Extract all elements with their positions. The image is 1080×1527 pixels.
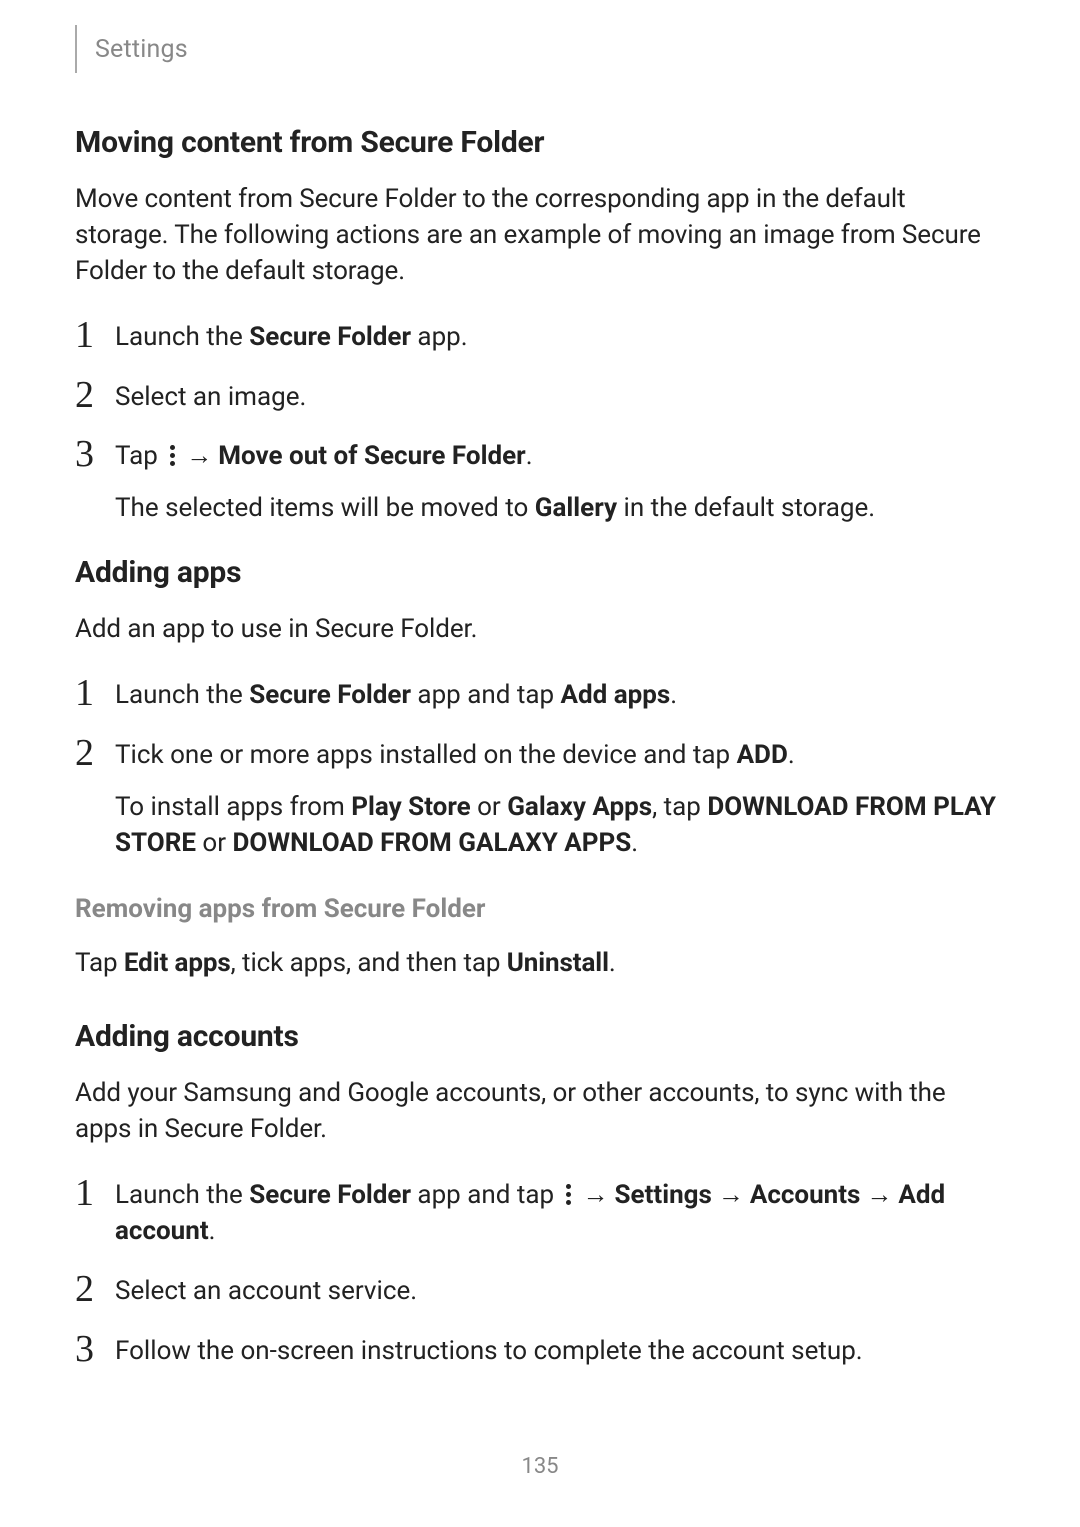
text: or [471, 792, 508, 822]
text: app and tap [411, 680, 561, 710]
uninstall-label: Uninstall [507, 948, 609, 978]
move-out-label: Move out of Secure Folder [218, 441, 525, 471]
step-number: 1 [75, 316, 115, 354]
text: . [670, 680, 677, 710]
step-3: 3 Tap →Move out of Secure Folder. The se… [75, 439, 1005, 527]
gallery-label: Gallery [535, 493, 617, 523]
steps-moving: 1 Launch the Secure Folder app. 2 Select… [75, 320, 1005, 528]
text: Follow the on-screen instructions to com… [115, 1334, 863, 1370]
arrow-icon: → [583, 1180, 609, 1210]
step-body: Tick one or more apps installed on the d… [115, 738, 1005, 862]
text: Launch the [115, 322, 249, 352]
step-number: 1 [75, 1174, 115, 1212]
header-divider [75, 25, 77, 73]
text: The selected items will be moved to [115, 493, 535, 523]
arrow-icon: → [866, 1180, 892, 1210]
steps-adding-accounts: 1 Launch the Secure Folder app and tap →… [75, 1178, 1005, 1370]
step-2: 2 Select an account service. [75, 1274, 1005, 1310]
text: . [609, 948, 616, 978]
more-options-icon [167, 444, 177, 468]
step-body: Launch the Secure Folder app and tap Add… [115, 678, 677, 714]
step-body: Select an account service. [115, 1274, 417, 1310]
text: Launch the [115, 680, 249, 710]
text: Select an image. [115, 380, 306, 416]
add-button-label: ADD [737, 740, 788, 770]
document-page: Settings Moving content from Secure Fold… [0, 0, 1080, 1370]
text: , tick apps, and then tap [231, 948, 507, 978]
step-body: Follow the on-screen instructions to com… [115, 1334, 863, 1370]
steps-adding-apps: 1 Launch the Secure Folder app and tap A… [75, 678, 1005, 862]
text: . [209, 1216, 216, 1246]
text: Select an account service. [115, 1274, 417, 1310]
add-apps-label: Add apps [561, 680, 671, 710]
text: or [196, 828, 233, 858]
section-title-adding-apps: Adding apps [75, 555, 1005, 590]
section-intro-adding-accounts: Add your Samsung and Google accounts, or… [75, 1076, 1005, 1148]
step-body: Launch the Secure Folder app and tap →Se… [115, 1178, 1005, 1250]
section-title-moving: Moving content from Secure Folder [75, 125, 1005, 160]
section-title-adding-accounts: Adding accounts [75, 1019, 1005, 1054]
step-number: 2 [75, 1270, 115, 1308]
step-body: Tap →Move out of Secure Folder. The sele… [115, 439, 875, 527]
more-options-icon [564, 1182, 574, 1206]
text: app and tap [411, 1180, 561, 1210]
step-2: 2 Select an image. [75, 380, 1005, 416]
step-number: 3 [75, 435, 115, 473]
step-1: 1 Launch the Secure Folder app and tap →… [75, 1178, 1005, 1250]
removing-apps-text: Tap Edit apps, tick apps, and then tap U… [75, 946, 1005, 982]
secure-folder-label: Secure Folder [249, 680, 411, 710]
step-number: 2 [75, 734, 115, 772]
step-1: 1 Launch the Secure Folder app and tap A… [75, 678, 1005, 714]
text: app. [411, 322, 468, 352]
secure-folder-label: Secure Folder [249, 1180, 411, 1210]
accounts-label: Accounts [750, 1180, 861, 1210]
secure-folder-label: Secure Folder [249, 322, 411, 352]
step-body: Launch the Secure Folder app. [115, 320, 468, 356]
edit-apps-label: Edit apps [124, 948, 231, 978]
step-number: 3 [75, 1330, 115, 1368]
step-1: 1 Launch the Secure Folder app. [75, 320, 1005, 356]
subtitle-removing-apps: Removing apps from Secure Folder [75, 894, 1005, 924]
text: . [526, 441, 533, 471]
step-number: 1 [75, 674, 115, 712]
step-number: 2 [75, 376, 115, 414]
download-galaxy-apps-label: DOWNLOAD FROM GALAXY APPS [233, 828, 632, 858]
text: Launch the [115, 1180, 249, 1210]
galaxy-apps-label: Galaxy Apps [507, 792, 652, 822]
breadcrumb: Settings [95, 35, 188, 64]
arrow-icon: → [718, 1180, 744, 1210]
arrow-icon: → [186, 441, 212, 471]
step-3: 3 Follow the on-screen instructions to c… [75, 1334, 1005, 1370]
text: Tap [75, 948, 124, 978]
text: Tap [115, 441, 164, 471]
text: Tick one or more apps installed on the d… [115, 740, 737, 770]
section-intro-adding-apps: Add an app to use in Secure Folder. [75, 612, 1005, 648]
step-body: Select an image. [115, 380, 306, 416]
text: . [788, 740, 795, 770]
section-intro-moving: Move content from Secure Folder to the c… [75, 182, 1005, 290]
settings-label: Settings [615, 1180, 712, 1210]
text: , tap [652, 792, 707, 822]
page-header: Settings [75, 25, 1005, 73]
play-store-label: Play Store [351, 792, 470, 822]
step-2: 2 Tick one or more apps installed on the… [75, 738, 1005, 862]
text: To install apps from [115, 792, 351, 822]
page-number: 135 [0, 1454, 1080, 1479]
text: in the default storage. [617, 493, 875, 523]
text: . [631, 828, 638, 858]
